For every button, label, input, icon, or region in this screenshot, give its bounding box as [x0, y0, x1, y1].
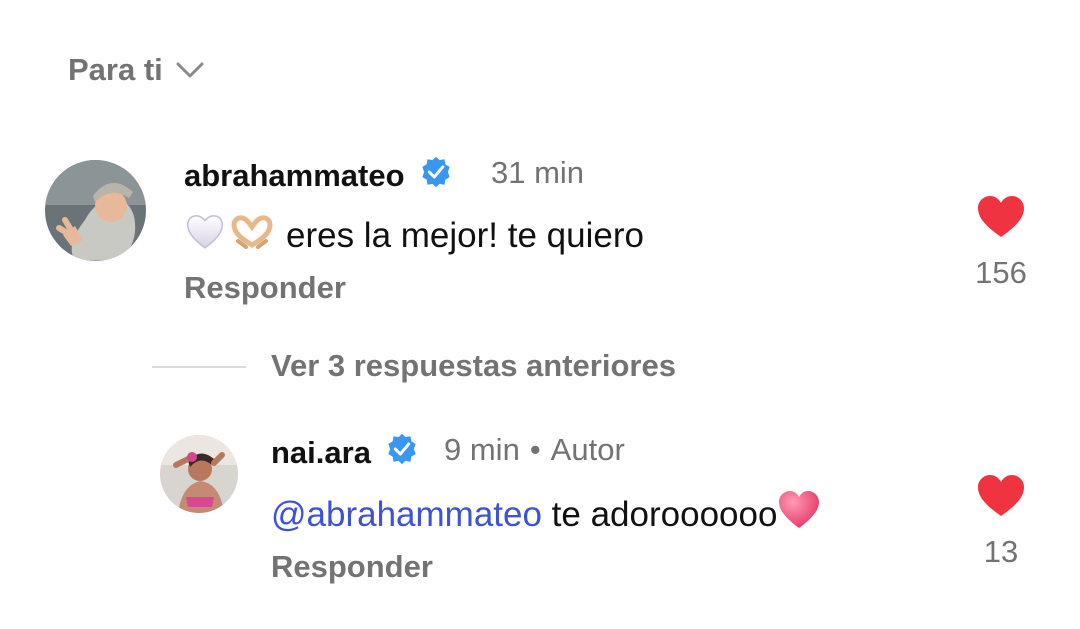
- verified-badge-icon: [385, 432, 419, 474]
- mention-link[interactable]: @abrahammateo: [271, 495, 542, 535]
- like-button[interactable]: [976, 474, 1026, 518]
- reply-username[interactable]: nai.ara: [271, 432, 419, 474]
- avatar[interactable]: [45, 160, 146, 261]
- like-button[interactable]: [976, 195, 1026, 239]
- pink-heart-icon: [777, 490, 821, 539]
- like-count: 13: [983, 534, 1019, 569]
- reply-button[interactable]: Responder: [184, 270, 346, 306]
- heart-icon: [978, 196, 1024, 237]
- avatar[interactable]: [160, 435, 238, 513]
- comments-panel: Para ti abrahammateo 31 min eres la mejo…: [0, 0, 1080, 629]
- verified-badge-icon: [419, 155, 453, 197]
- reply-button[interactable]: Responder: [271, 549, 433, 585]
- heart-hands-icon: [228, 210, 276, 261]
- meta-separator: •: [529, 432, 541, 467]
- comment-text: eres la mejor! te quiero: [184, 210, 644, 261]
- white-heart-icon: [184, 210, 226, 261]
- comment-time: 31 min: [491, 155, 585, 190]
- sort-dropdown[interactable]: Para ti: [68, 52, 205, 88]
- reply-time: 9 min: [444, 432, 520, 467]
- comment-username[interactable]: abrahammateo: [184, 155, 453, 197]
- heart-icon: [978, 475, 1024, 516]
- reply-text: @abrahammateo te adoroooooo: [271, 490, 823, 539]
- like-count: 156: [975, 255, 1027, 290]
- sort-label: Para ti: [68, 52, 163, 87]
- author-badge: Autor: [550, 432, 625, 467]
- reply-meta: 9 min • Autor: [444, 432, 625, 468]
- view-more-replies-button[interactable]: Ver 3 respuestas anteriores: [271, 348, 676, 384]
- chevron-down-icon: [176, 62, 204, 78]
- thread-divider: [152, 366, 246, 368]
